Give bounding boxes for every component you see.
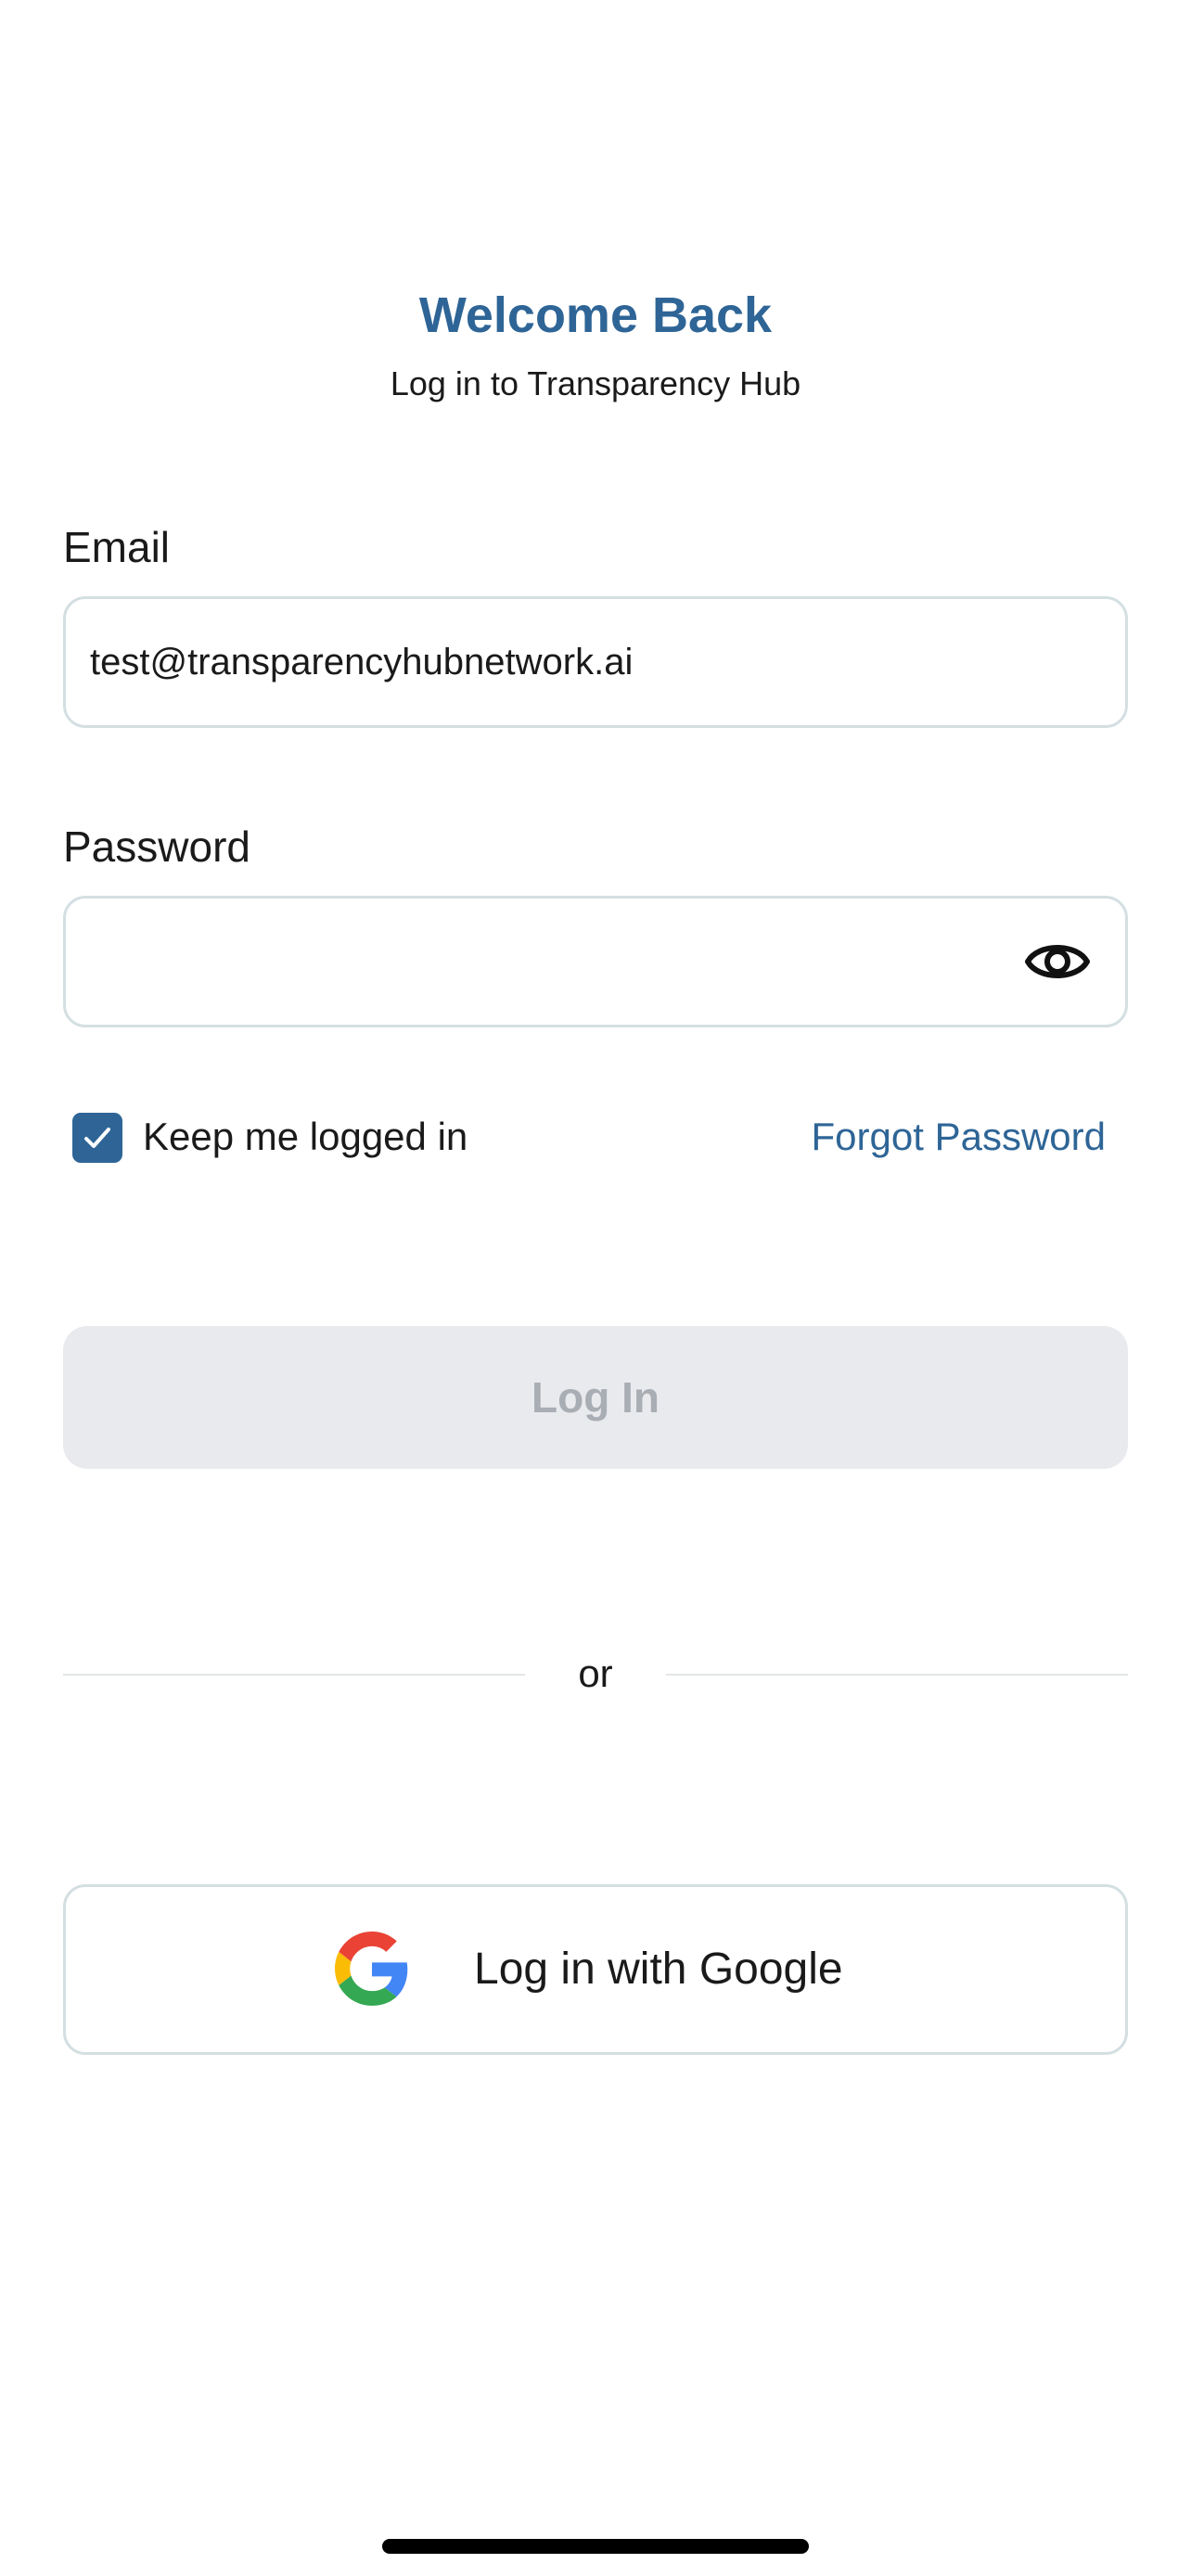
email-label: Email (63, 523, 171, 571)
google-icon (335, 1932, 409, 2006)
divider-line-right (666, 1674, 1128, 1676)
email-input[interactable] (90, 599, 1055, 725)
google-login-label: Log in with Google (474, 1945, 843, 1994)
page-subtitle: Log in to Transparency Hub (390, 364, 801, 402)
forgot-password-link[interactable]: Forgot Password (812, 1109, 1106, 1165)
keep-logged-in-label[interactable]: Keep me logged in (143, 1109, 467, 1165)
page-title: Welcome Back (418, 287, 773, 343)
login-header: Welcome Back Log in to Transparency Hub (0, 283, 1191, 407)
password-input[interactable] (90, 899, 1055, 1025)
or-divider: or (63, 1641, 1128, 1706)
email-field-container (63, 596, 1128, 728)
home-indicator[interactable] (382, 2539, 809, 2554)
remember-row: Keep me logged in Forgot Password (63, 1105, 1128, 1170)
checkmark-icon (84, 1128, 110, 1148)
google-login-button[interactable]: Log in with Google (63, 1884, 1128, 2055)
password-label: Password (63, 823, 250, 871)
password-field-container (63, 896, 1128, 1027)
eye-icon[interactable] (1025, 936, 1090, 988)
login-button[interactable]: Log In (63, 1326, 1128, 1469)
keep-logged-in-checkbox[interactable] (72, 1113, 122, 1163)
